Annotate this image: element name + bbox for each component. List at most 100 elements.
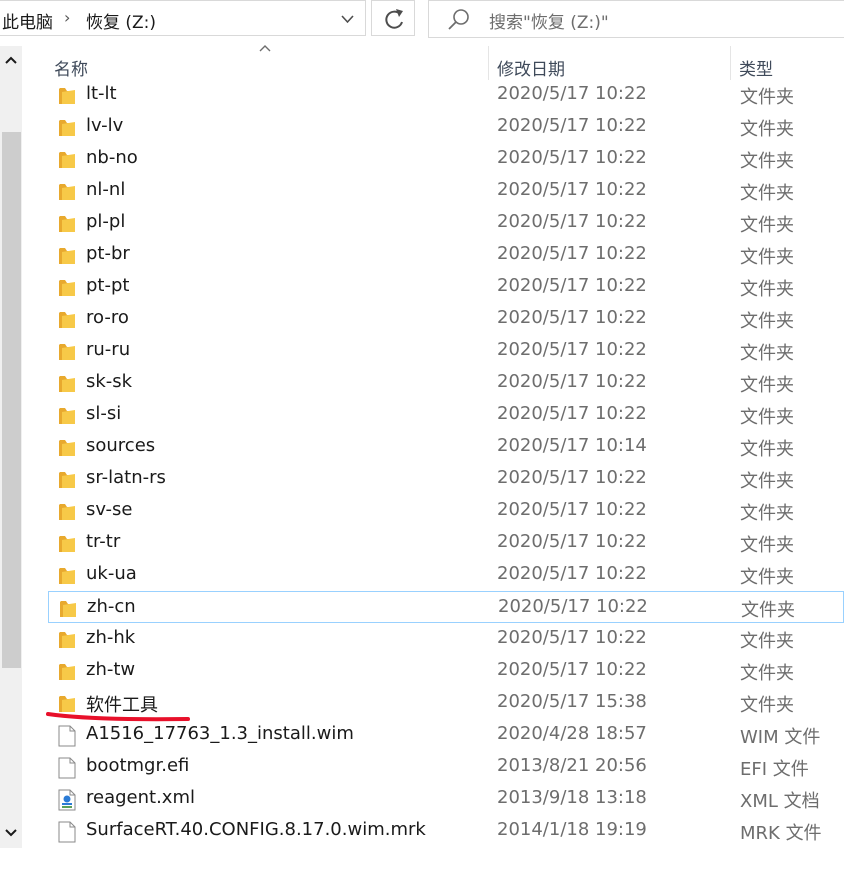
file-row[interactable]: sr-latn-rs 2020/5/17 10:22 文件夹 <box>48 463 844 495</box>
file-row[interactable]: bootmgr.efi 2013/8/21 20:56 EFI 文件 <box>48 751 844 783</box>
breadcrumb-separator-icon[interactable]: › <box>64 8 70 27</box>
file-row[interactable]: reagent.xml 2013/9/18 13:18 XML 文档 <box>48 783 844 815</box>
file-name[interactable]: bootmgr.efi <box>86 755 189 776</box>
search-icon <box>448 9 469 30</box>
file-name[interactable]: zh-cn <box>87 596 136 617</box>
breadcrumb-this-pc[interactable]: 此电脑 <box>2 8 53 33</box>
file-type: WIM 文件 <box>740 727 821 748</box>
file-date-modified: 2020/5/17 10:22 <box>497 307 647 328</box>
file-type: 文件夹 <box>740 87 794 108</box>
file-date-modified: 2020/5/17 10:22 <box>497 531 647 552</box>
breadcrumb-current-drive[interactable]: 恢复 (Z:) <box>86 8 156 33</box>
file-type: 文件夹 <box>740 215 794 236</box>
file-date-modified: 2020/5/17 10:22 <box>498 596 648 617</box>
file-type: 文件夹 <box>741 600 795 621</box>
file-name[interactable]: A1516_17763_1.3_install.wim <box>86 723 354 744</box>
file-date-modified: 2014/1/18 19:19 <box>497 819 647 840</box>
file-name[interactable]: sv-se <box>86 499 133 520</box>
file-date-modified: 2013/9/18 13:18 <box>497 787 647 808</box>
file-name[interactable]: sk-sk <box>86 371 132 392</box>
file-name[interactable]: pt-pt <box>86 275 129 296</box>
file-type: 文件夹 <box>740 471 794 492</box>
file-name[interactable]: sr-latn-rs <box>86 467 166 488</box>
scroll-up-button[interactable] <box>0 46 22 76</box>
folder-icon <box>58 661 76 681</box>
file-name[interactable]: nl-nl <box>86 179 125 200</box>
file-type: 文件夹 <box>740 695 794 716</box>
file-type: 文件夹 <box>740 663 794 684</box>
column-header-name[interactable]: 名称 <box>54 55 88 80</box>
file-name[interactable]: lt-lt <box>86 83 117 104</box>
file-name[interactable]: pl-pl <box>86 211 125 232</box>
file-name[interactable]: pt-br <box>86 243 130 264</box>
folder-icon <box>58 117 76 137</box>
scrollbar-thumb[interactable] <box>2 132 21 668</box>
file-row[interactable]: sl-si 2020/5/17 10:22 文件夹 <box>48 399 844 431</box>
column-header-date-modified[interactable]: 修改日期 <box>497 55 565 80</box>
file-name[interactable]: sources <box>86 435 155 456</box>
file-type: 文件夹 <box>740 631 794 652</box>
file-row[interactable]: ru-ru 2020/5/17 10:22 文件夹 <box>48 335 844 367</box>
file-date-modified: 2020/5/17 10:22 <box>497 147 647 168</box>
column-headers: 名称 修改日期 类型 <box>22 44 844 82</box>
file-type: EFI 文件 <box>740 759 809 780</box>
file-name[interactable]: ru-ru <box>86 339 130 360</box>
sort-ascending-icon <box>259 45 271 52</box>
file-date-modified: 2020/5/17 10:22 <box>497 83 647 104</box>
file-row[interactable]: sk-sk 2020/5/17 10:22 文件夹 <box>48 367 844 399</box>
file-name[interactable]: reagent.xml <box>86 787 195 808</box>
file-type: 文件夹 <box>740 119 794 140</box>
file-name[interactable]: nb-no <box>86 147 138 168</box>
xml-file-icon <box>58 789 76 811</box>
column-header-type[interactable]: 类型 <box>739 55 773 80</box>
file-type: 文件夹 <box>740 279 794 300</box>
file-row[interactable]: lv-lv 2020/5/17 10:22 文件夹 <box>48 111 844 143</box>
file-row[interactable]: pl-pl 2020/5/17 10:22 文件夹 <box>48 207 844 239</box>
file-name[interactable]: SurfaceRT.40.CONFIG.8.17.0.wim.mrk <box>86 819 426 840</box>
file-row[interactable]: zh-cn 2020/5/17 10:22 文件夹 <box>48 591 844 623</box>
file-name[interactable]: zh-hk <box>86 627 135 648</box>
file-name[interactable]: lv-lv <box>86 115 123 136</box>
file-date-modified: 2020/5/17 10:22 <box>497 467 647 488</box>
file-name[interactable]: uk-ua <box>86 563 137 584</box>
file-row[interactable]: lt-lt 2020/5/17 10:22 文件夹 <box>48 79 844 111</box>
column-divider[interactable] <box>488 46 489 80</box>
file-row[interactable]: uk-ua 2020/5/17 10:22 文件夹 <box>48 559 844 591</box>
file-row[interactable]: nb-no 2020/5/17 10:22 文件夹 <box>48 143 844 175</box>
search-box[interactable]: 搜索"恢复 (Z:)" <box>428 0 844 38</box>
folder-icon <box>58 437 76 457</box>
refresh-button[interactable] <box>371 0 415 36</box>
file-icon <box>58 757 76 779</box>
file-name[interactable]: tr-tr <box>86 531 120 552</box>
scroll-down-button[interactable] <box>0 818 22 848</box>
file-row[interactable]: nl-nl 2020/5/17 10:22 文件夹 <box>48 175 844 207</box>
file-row[interactable]: pt-br 2020/5/17 10:22 文件夹 <box>48 239 844 271</box>
file-row[interactable]: sv-se 2020/5/17 10:22 文件夹 <box>48 495 844 527</box>
file-name[interactable]: ro-ro <box>86 307 129 328</box>
chevron-down-icon <box>341 15 354 24</box>
file-row[interactable]: zh-tw 2020/5/17 10:22 文件夹 <box>48 655 844 687</box>
file-row[interactable]: pt-pt 2020/5/17 10:22 文件夹 <box>48 271 844 303</box>
file-name[interactable]: sl-si <box>86 403 121 424</box>
vertical-scrollbar[interactable] <box>0 46 22 848</box>
address-bar[interactable]: 此电脑 › 恢复 (Z:) <box>0 0 366 36</box>
file-row[interactable]: sources 2020/5/17 10:14 文件夹 <box>48 431 844 463</box>
file-type: 文件夹 <box>740 439 794 460</box>
file-date-modified: 2020/5/17 10:22 <box>497 339 647 360</box>
address-history-dropdown[interactable] <box>330 1 365 37</box>
file-row[interactable]: SurfaceRT.40.CONFIG.8.17.0.wim.mrk 2014/1… <box>48 815 844 847</box>
file-date-modified: 2020/5/17 10:22 <box>497 371 647 392</box>
file-type: 文件夹 <box>740 311 794 332</box>
file-row[interactable]: zh-hk 2020/5/17 10:22 文件夹 <box>48 623 844 655</box>
folder-icon <box>58 245 76 265</box>
file-date-modified: 2020/5/17 10:22 <box>497 403 647 424</box>
file-row[interactable]: ro-ro 2020/5/17 10:22 文件夹 <box>48 303 844 335</box>
folder-icon <box>58 149 76 169</box>
file-type: 文件夹 <box>740 151 794 172</box>
file-date-modified: 2020/5/17 10:22 <box>497 499 647 520</box>
column-divider[interactable] <box>730 46 731 80</box>
file-row[interactable]: tr-tr 2020/5/17 10:22 文件夹 <box>48 527 844 559</box>
file-icon <box>58 725 76 747</box>
file-name[interactable]: zh-tw <box>86 659 135 680</box>
file-type: XML 文档 <box>740 791 820 812</box>
